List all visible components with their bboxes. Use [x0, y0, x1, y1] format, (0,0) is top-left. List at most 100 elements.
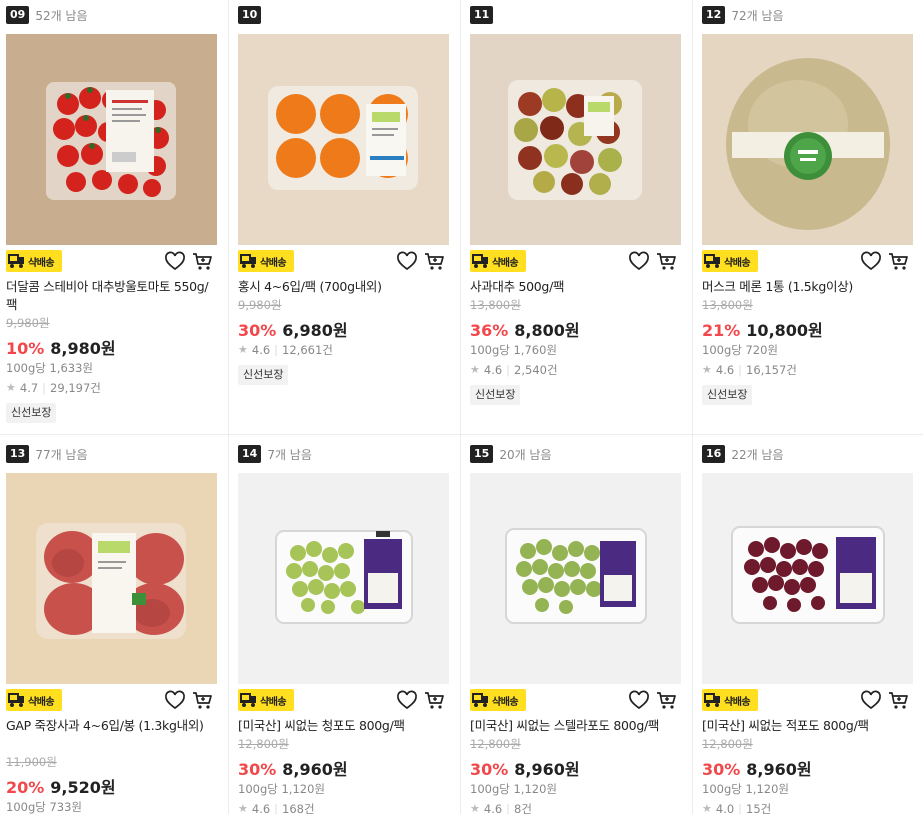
- cart-icon[interactable]: [192, 690, 214, 710]
- product-name[interactable]: [미국산] 씨없는 청포도 800g/팩: [238, 717, 449, 735]
- product-image[interactable]: [238, 473, 449, 684]
- rating-separator: |: [506, 363, 511, 377]
- sale-price: 6,980원: [282, 321, 348, 340]
- star-icon: ★: [470, 802, 480, 814]
- heart-icon[interactable]: [628, 251, 650, 271]
- review-count: 29,197건: [50, 381, 101, 395]
- discount-rate: 30%: [470, 760, 509, 779]
- sale-price: 10,800원: [746, 321, 823, 340]
- sale-price: 8,960원: [746, 760, 812, 779]
- product-card[interactable]: 12 72개 남음 샥배송 머스크 메론 1통 (1.5kg이상) 13,800…: [696, 0, 923, 434]
- stock-remaining: 22개 남음: [731, 447, 784, 462]
- heart-icon[interactable]: [396, 690, 418, 710]
- review-count: 15건: [746, 802, 772, 814]
- rating-value: 4.7: [19, 381, 39, 395]
- unit-price: 100g당 1,760원: [470, 343, 557, 357]
- fresh-guarantee-tag: 신선보장: [702, 385, 753, 405]
- discount-rate: 30%: [702, 760, 741, 779]
- star-icon: ★: [702, 363, 712, 376]
- unit-price: 100g당 1,633원: [6, 361, 93, 375]
- rating-row: ★ 4.6 | 16,157건: [702, 363, 922, 377]
- discount-rate: 21%: [702, 321, 741, 340]
- product-name[interactable]: [미국산] 씨없는 스텔라포도 800g/팩: [470, 717, 681, 735]
- sale-price: 8,800원: [514, 321, 580, 340]
- rating-value: 4.6: [251, 802, 271, 814]
- star-icon: ★: [238, 802, 248, 814]
- unit-price: 100g당 720원: [702, 343, 779, 357]
- stock-remaining: 72개 남음: [731, 8, 784, 23]
- product-name[interactable]: [미국산] 씨없는 적포도 800g/팩: [702, 717, 913, 735]
- heart-icon[interactable]: [860, 690, 882, 710]
- fresh-guarantee-tag: 신선보장: [470, 385, 521, 405]
- sale-price: 8,980원: [50, 339, 116, 358]
- divider: [0, 434, 923, 435]
- original-price: 13,800원: [702, 298, 753, 312]
- product-name[interactable]: 머스크 메론 1통 (1.5kg이상): [702, 278, 913, 296]
- rating-separator: |: [738, 363, 743, 377]
- express-shipping-badge: 샥배송: [238, 250, 294, 272]
- shipping-label: 샥배송: [28, 257, 55, 269]
- product-card[interactable]: 15 20개 남음 샥배송 [미국산] 씨없는 스텔라포도 800g/팩 12,…: [464, 439, 696, 814]
- heart-icon[interactable]: [164, 251, 186, 271]
- product-name[interactable]: 홍시 4~6입/팩 (700g내외): [238, 278, 449, 296]
- express-shipping-badge: 샥배송: [470, 689, 526, 711]
- rating-row: ★ 4.6 | 2,540건: [470, 363, 690, 377]
- unit-price: 100g당 733원: [6, 800, 83, 814]
- heart-icon[interactable]: [396, 251, 418, 271]
- product-image[interactable]: [238, 34, 449, 245]
- review-count: 12,661건: [282, 343, 333, 357]
- fresh-guarantee-tag: 신선보장: [6, 403, 57, 423]
- review-count: 8건: [514, 802, 532, 814]
- product-image[interactable]: [470, 34, 681, 245]
- star-icon: ★: [6, 381, 16, 394]
- rating-value: 4.0: [715, 802, 735, 814]
- original-price: 13,800원: [470, 298, 521, 312]
- rating-row: ★ 4.6 | 168건: [238, 802, 458, 814]
- shipping-label: 샥배송: [260, 257, 287, 269]
- product-card[interactable]: 11 샥배송 사과대추 500g/팩 13,800원 36% 8,800원 10…: [464, 0, 696, 434]
- product-card[interactable]: 13 77개 남음 샥배송 GAP 죽장사과 4~6입/봉 (1.3kg내외) …: [0, 439, 232, 814]
- delivery-truck-icon: [8, 693, 24, 707]
- stock-remaining: 77개 남음: [35, 447, 88, 462]
- cart-icon[interactable]: [656, 690, 678, 710]
- rank-badge: 16: [702, 445, 726, 463]
- product-image[interactable]: [470, 473, 681, 684]
- rank-badge: 12: [702, 6, 726, 24]
- discount-rate: 20%: [6, 778, 45, 797]
- review-count: 168건: [282, 802, 315, 814]
- rating-row: ★ 4.0 | 15건: [702, 802, 922, 814]
- unit-price: 100g당 1,120원: [470, 782, 557, 796]
- sale-price: 8,960원: [282, 760, 348, 779]
- product-image[interactable]: [6, 473, 217, 684]
- product-card[interactable]: 10 샥배송 홍시 4~6입/팩 (700g내외) 9,980원 30% 6,9…: [232, 0, 464, 434]
- review-count: 2,540건: [514, 363, 558, 377]
- cart-icon[interactable]: [192, 251, 214, 271]
- rating-separator: |: [274, 343, 279, 357]
- product-name[interactable]: GAP 죽장사과 4~6입/봉 (1.3kg내외): [6, 717, 217, 735]
- discount-rate: 30%: [238, 760, 277, 779]
- rank-badge: 11: [470, 6, 494, 24]
- cart-icon[interactable]: [888, 690, 910, 710]
- heart-icon[interactable]: [860, 251, 882, 271]
- product-image[interactable]: [6, 34, 217, 245]
- product-name[interactable]: 사과대추 500g/팩: [470, 278, 681, 296]
- rating-value: 4.6: [715, 363, 735, 377]
- cart-icon[interactable]: [424, 251, 446, 271]
- heart-icon[interactable]: [628, 690, 650, 710]
- cart-icon[interactable]: [656, 251, 678, 271]
- rating-separator: |: [274, 802, 279, 814]
- cart-icon[interactable]: [888, 251, 910, 271]
- discount-rate: 30%: [238, 321, 277, 340]
- product-name[interactable]: 더달콤 스테비아 대추방울토마토 550g/팩: [6, 278, 217, 314]
- product-image[interactable]: [702, 473, 913, 684]
- star-icon: ★: [470, 363, 480, 376]
- cart-icon[interactable]: [424, 690, 446, 710]
- product-card[interactable]: 14 7개 남음 샥배송 [미국산] 씨없는 청포도 800g/팩 12,800…: [232, 439, 464, 814]
- product-image[interactable]: [702, 34, 913, 245]
- rating-separator: |: [738, 802, 743, 814]
- heart-icon[interactable]: [164, 690, 186, 710]
- product-card[interactable]: 16 22개 남음 샥배송 [미국산] 씨없는 적포도 800g/팩 12,80…: [696, 439, 923, 814]
- express-shipping-badge: 샥배송: [6, 250, 62, 272]
- shipping-label: 샥배송: [492, 257, 519, 269]
- product-card[interactable]: 09 52개 남음 샥배송 더달콤 스테비아 대추방울토마토 550g/팩 9,…: [0, 0, 232, 434]
